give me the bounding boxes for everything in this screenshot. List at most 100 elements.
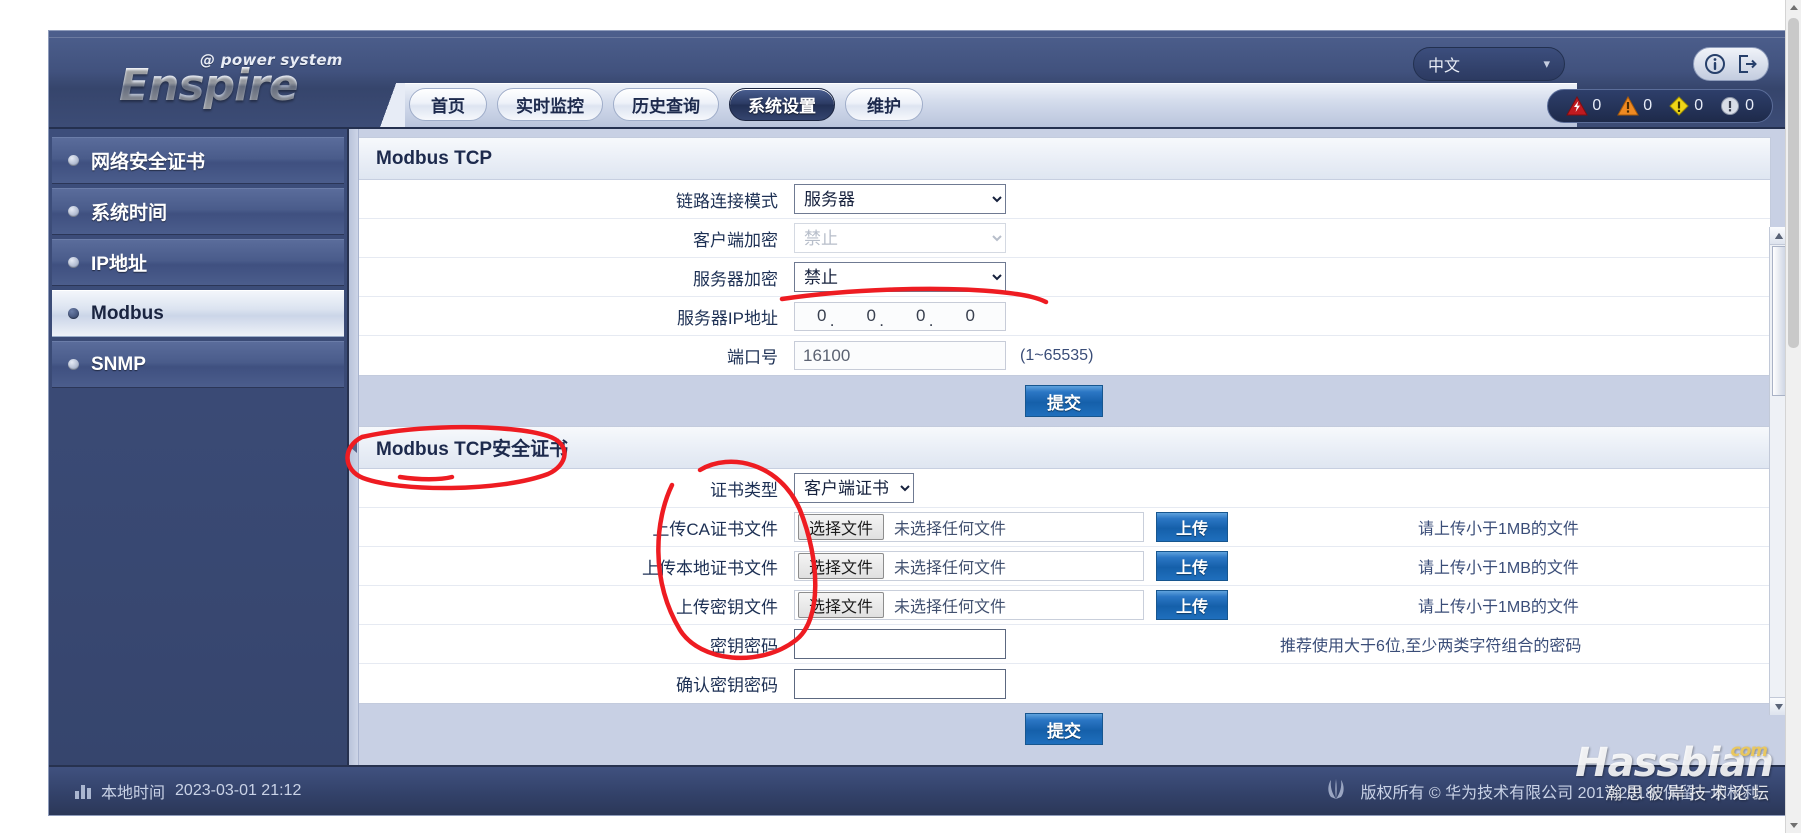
brand-logo: @ power system Enspire — [107, 45, 357, 113]
cert-type-label: 证书类型 — [710, 480, 778, 500]
bullet-icon — [68, 257, 79, 268]
modbus-cert-panel-title: Modbus TCP安全证书 — [358, 427, 1770, 469]
screenshot-root: @ power system Enspire 首页 实时监控 历史查询 系统设置… — [0, 0, 1801, 833]
sidebar-item-label: 网络安全证书 — [91, 152, 206, 173]
sidebar-item-label: 系统时间 — [91, 203, 168, 224]
row-upload-ca-cert: 上传CA证书文件 选择文件 未选择任何文件 上传 请上传小于1MB的文件 — [358, 508, 1770, 547]
footer-left: 本地时间 2023-03-01 21:12 — [49, 779, 301, 803]
tab-system-settings[interactable]: 系统设置 — [729, 88, 835, 121]
bullet-icon — [68, 359, 79, 370]
cert-type-select[interactable]: 客户端证书 — [794, 473, 914, 503]
row-cert-type: 证书类型 客户端证书 — [358, 469, 1770, 508]
modbus-tcp-submit-button[interactable]: 提交 — [1025, 385, 1103, 417]
port-input[interactable]: 16100 — [794, 341, 1006, 370]
sidebar-item-system-time[interactable]: 系统时间 — [52, 188, 344, 235]
info-icon[interactable] — [1700, 50, 1730, 78]
logout-icon[interactable] — [1732, 50, 1762, 78]
key-file-status: 未选择任何文件 — [894, 599, 1007, 616]
tab-history-query[interactable]: 历史查询 — [613, 88, 719, 121]
app-body: 网络安全证书 系统时间 IP地址 Modbus SNMP Modbus TCP … — [49, 129, 1787, 765]
tab-home[interactable]: 首页 — [409, 88, 487, 121]
local-cert-file-input[interactable]: 选择文件 未选择任何文件 — [794, 551, 1144, 581]
app-footer: 本地时间 2023-03-01 21:12 版权所有 © 华为技术有限公司 20… — [49, 765, 1787, 815]
alarm-minor[interactable]: 0 — [1662, 96, 1709, 116]
language-value: 中文 — [1428, 58, 1461, 75]
modbus-tcp-panel: Modbus TCP 链路连接模式 服务器 客户端加密 禁止 服务器加密 禁止 … — [357, 137, 1771, 376]
critical-alarm-icon — [1566, 95, 1589, 116]
tab-maintenance[interactable]: 维护 — [845, 88, 923, 121]
app-header: @ power system Enspire 首页 实时监控 历史查询 系统设置… — [49, 31, 1787, 129]
browser-scrollbar-thumb[interactable] — [1788, 18, 1799, 348]
minor-alarm-icon — [1668, 96, 1690, 116]
modbus-cert-submit-button[interactable]: 提交 — [1025, 713, 1103, 745]
browser-scroll-up-icon[interactable] — [1786, 0, 1801, 16]
key-password-label: 密钥密码 — [710, 636, 778, 656]
major-alarm-icon — [1617, 95, 1640, 116]
sidebar: 网络安全证书 系统时间 IP地址 Modbus SNMP — [49, 129, 349, 765]
key-file-hint: 请上传小于1MB的文件 — [1418, 599, 1579, 616]
critical-alarm-count: 0 — [1592, 97, 1602, 114]
sidebar-item-modbus[interactable]: Modbus — [52, 290, 344, 337]
ca-cert-choose-file-button[interactable]: 选择文件 — [798, 514, 885, 540]
user-action-bar — [1693, 47, 1769, 81]
upload-local-cert-label: 上传本地证书文件 — [642, 558, 778, 578]
scrollbar-thumb[interactable] — [1772, 246, 1786, 396]
confirm-key-password-input[interactable] — [794, 668, 1006, 699]
copyright-text: 版权所有 © 华为技术有限公司 2017-2018. 保留一切权利 — [1360, 785, 1759, 802]
sidebar-item-label: SNMP — [91, 353, 146, 375]
server-ip-input[interactable]: 0 0 0 0 — [794, 301, 1006, 331]
logo-wordmark: Enspire — [119, 60, 299, 111]
alarm-major[interactable]: 0 — [1611, 95, 1658, 116]
client-encryption-select: 禁止 — [794, 223, 1006, 253]
major-alarm-count: 0 — [1643, 97, 1653, 114]
footer-right: 版权所有 © 华为技术有限公司 2017-2018. 保留一切权利 — [1322, 778, 1787, 805]
chart-icon — [75, 783, 91, 799]
browser-scroll-down-icon[interactable] — [1786, 817, 1801, 833]
row-client-encryption: 客户端加密 禁止 — [358, 219, 1770, 258]
key-file-choose-file-button[interactable]: 选择文件 — [798, 592, 885, 618]
key-file-upload-button[interactable]: 上传 — [1156, 590, 1228, 620]
row-server-encryption: 服务器加密 禁止 — [358, 258, 1770, 297]
client-encryption-label: 客户端加密 — [693, 230, 778, 250]
language-selector[interactable]: 中文 ▾ — [1413, 47, 1565, 81]
key-password-input[interactable] — [794, 629, 1006, 659]
ip-octet-4: 0 — [965, 306, 975, 325]
modbus-tcp-panel-title: Modbus TCP — [358, 138, 1770, 180]
collapse-arrow-icon — [350, 441, 357, 453]
local-cert-upload-button[interactable]: 上传 — [1156, 551, 1228, 581]
sidebar-item-snmp[interactable]: SNMP — [52, 341, 344, 388]
ca-cert-file-input[interactable]: 选择文件 未选择任何文件 — [794, 512, 1144, 542]
huawei-logo-icon — [1322, 778, 1350, 805]
local-time-label: 本地时间 — [101, 785, 166, 802]
server-ip-label: 服务器IP地址 — [676, 308, 778, 328]
ca-cert-upload-button[interactable]: 上传 — [1156, 512, 1228, 542]
local-cert-hint: 请上传小于1MB的文件 — [1418, 560, 1579, 577]
modbus-cert-panel: Modbus TCP安全证书 证书类型 客户端证书 上传CA证书文件 选择文件 … — [357, 426, 1771, 704]
tab-realtime-monitor[interactable]: 实时监控 — [497, 88, 603, 121]
key-file-input[interactable]: 选择文件 未选择任何文件 — [794, 590, 1144, 620]
sidebar-splitter[interactable] — [349, 129, 359, 765]
local-cert-choose-file-button[interactable]: 选择文件 — [798, 553, 885, 579]
port-hint: (1~65535) — [1020, 346, 1094, 364]
sidebar-item-label: IP地址 — [91, 254, 147, 275]
alarm-warning[interactable]: 0 — [1713, 96, 1760, 116]
sidebar-item-network-security-certificate[interactable]: 网络安全证书 — [52, 137, 344, 184]
browser-scrollbar[interactable] — [1785, 0, 1801, 833]
alarm-critical[interactable]: 0 — [1560, 95, 1607, 116]
warning-alarm-count: 0 — [1745, 97, 1754, 114]
link-mode-select[interactable]: 服务器 — [794, 184, 1006, 214]
local-time-value: 2023-03-01 21:12 — [175, 782, 302, 799]
row-link-mode: 链路连接模式 服务器 — [358, 180, 1770, 219]
row-confirm-key-password: 确认密钥密码 — [358, 664, 1770, 703]
tab-list: 首页 实时监控 历史查询 系统设置 维护 — [409, 88, 923, 121]
sidebar-item-ip-address[interactable]: IP地址 — [52, 239, 344, 286]
content-area: Modbus TCP 链路连接模式 服务器 客户端加密 禁止 服务器加密 禁止 … — [349, 129, 1787, 765]
bullet-icon — [68, 206, 79, 217]
application-window: @ power system Enspire 首页 实时监控 历史查询 系统设置… — [48, 30, 1788, 816]
row-upload-local-cert: 上传本地证书文件 选择文件 未选择任何文件 上传 请上传小于1MB的文件 — [358, 547, 1770, 586]
minor-alarm-count: 0 — [1694, 97, 1704, 114]
server-encryption-select[interactable]: 禁止 — [794, 262, 1006, 292]
ip-octet-2: 0 — [867, 306, 885, 331]
modbus-cert-submit-row: 提交 — [357, 704, 1771, 754]
link-mode-label: 链路连接模式 — [676, 191, 778, 211]
